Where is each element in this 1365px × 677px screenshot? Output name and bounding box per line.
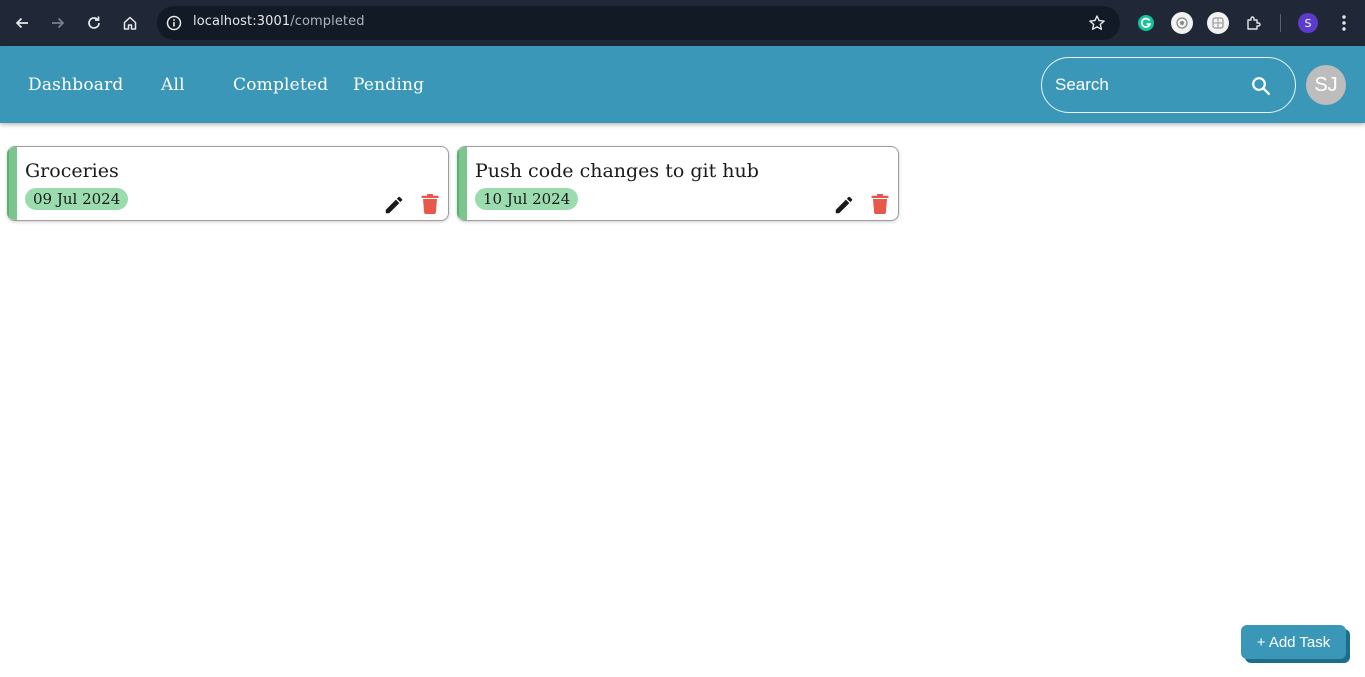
task-card: Push code changes to git hub 10 Jul 2024	[457, 146, 899, 221]
edit-icon[interactable]	[833, 194, 855, 216]
extension-icon[interactable]	[1171, 12, 1193, 34]
status-stripe	[7, 147, 17, 220]
url-host: localhost:3001	[193, 14, 291, 29]
add-task-button[interactable]: + Add Task	[1241, 625, 1346, 659]
edit-icon[interactable]	[383, 194, 405, 216]
nav-dashboard[interactable]: Dashboard	[28, 75, 124, 95]
nav-pending[interactable]: Pending	[353, 75, 424, 95]
delete-icon[interactable]	[870, 193, 890, 215]
reload-icon[interactable]	[82, 11, 106, 35]
profile-avatar[interactable]: S	[1298, 13, 1318, 33]
nav-completed[interactable]: Completed	[233, 75, 328, 95]
more-menu-icon[interactable]	[1333, 12, 1355, 34]
app-header: Dashboard All Completed Pending SJ	[0, 46, 1365, 123]
extension-icon[interactable]	[1207, 12, 1229, 34]
back-icon[interactable]	[10, 11, 34, 35]
search-box	[1041, 57, 1296, 113]
task-title: Push code changes to git hub	[475, 160, 759, 182]
forward-icon[interactable]	[46, 11, 70, 35]
url-text: localhost:3001/completed	[193, 14, 365, 29]
toolbar-divider	[1280, 14, 1281, 32]
site-info-icon[interactable]	[165, 14, 183, 32]
bookmark-star-icon[interactable]	[1088, 14, 1106, 32]
user-avatar[interactable]: SJ	[1306, 65, 1346, 105]
home-icon[interactable]	[118, 11, 142, 35]
search-input[interactable]	[1055, 72, 1245, 98]
search-icon[interactable]	[1251, 76, 1271, 96]
task-date-badge: 09 Jul 2024	[25, 188, 129, 210]
grammarly-extension-icon[interactable]	[1135, 12, 1157, 34]
task-date-badge: 10 Jul 2024	[475, 188, 579, 210]
url-path: /completed	[290, 14, 365, 29]
browser-toolbar: localhost:3001/completed S	[0, 0, 1365, 46]
extensions-puzzle-icon[interactable]	[1243, 12, 1265, 34]
status-stripe	[457, 147, 467, 220]
task-title: Groceries	[25, 160, 119, 182]
task-card: Groceries 09 Jul 2024	[7, 146, 449, 221]
nav-all[interactable]: All	[161, 75, 185, 95]
address-bar[interactable]: localhost:3001/completed	[157, 6, 1120, 40]
delete-icon[interactable]	[420, 193, 440, 215]
